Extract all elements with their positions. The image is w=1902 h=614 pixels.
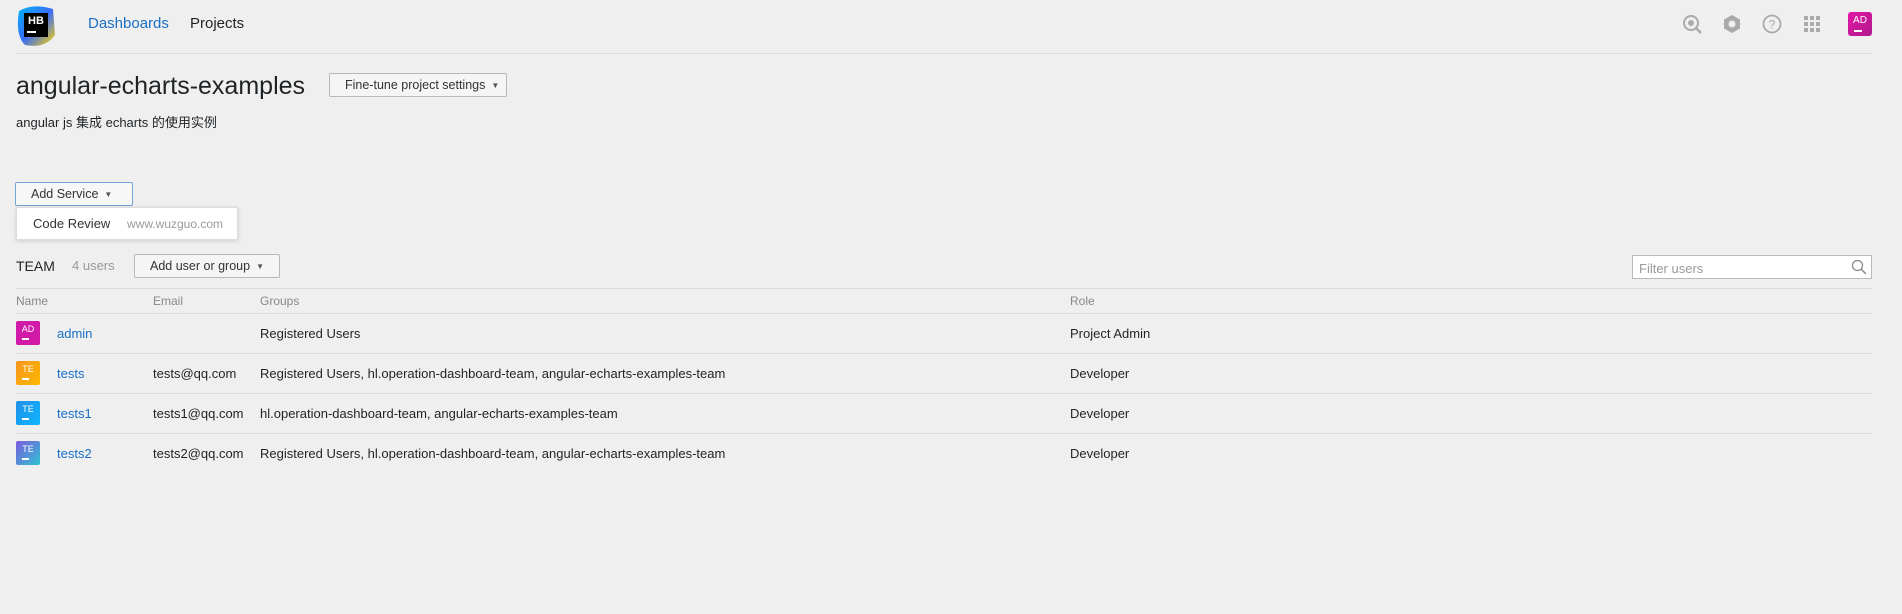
user-name-link[interactable]: tests bbox=[57, 366, 84, 381]
avatar: TE bbox=[16, 401, 40, 425]
user-name-link[interactable]: admin bbox=[57, 326, 92, 341]
column-header-groups: Groups bbox=[260, 294, 300, 308]
user-groups: Registered Users, hl.operation-dashboard… bbox=[260, 446, 726, 461]
divider bbox=[16, 288, 1872, 289]
chevron-down-icon: ▼ bbox=[491, 81, 500, 90]
dropdown-item-code-review[interactable]: Code Review bbox=[33, 216, 110, 231]
dropdown-item-hint: www.wuzguo.com bbox=[127, 217, 224, 231]
user-email: tests1@qq.com bbox=[153, 406, 244, 421]
table-row: AD admin Registered Users Project Admin bbox=[0, 313, 1902, 353]
user-role: Developer bbox=[1070, 446, 1130, 461]
user-avatar-initials: AD bbox=[1853, 15, 1867, 26]
add-user-or-group-button[interactable]: Add user or group ▼ bbox=[134, 254, 280, 278]
team-title: TEAM bbox=[16, 258, 55, 274]
avatar: TE bbox=[16, 361, 40, 385]
fine-tune-settings-label: Fine-tune project settings bbox=[345, 78, 486, 92]
nav-projects[interactable]: Projects bbox=[190, 15, 244, 33]
add-service-button[interactable]: Add Service ▼ bbox=[15, 182, 133, 206]
user-role: Developer bbox=[1070, 406, 1130, 421]
user-groups: Registered Users bbox=[260, 326, 361, 341]
user-email: tests2@qq.com bbox=[153, 446, 244, 461]
chevron-down-icon: ▼ bbox=[104, 190, 113, 199]
fine-tune-settings-button[interactable]: Fine-tune project settings ▼ bbox=[329, 73, 507, 97]
table-row: TE tests tests@qq.com Registered Users, … bbox=[0, 353, 1902, 393]
user-email: tests@qq.com bbox=[153, 366, 237, 381]
help-icon[interactable]: ? bbox=[1761, 13, 1783, 35]
user-role: Project Admin bbox=[1070, 326, 1151, 341]
user-name-link[interactable]: tests1 bbox=[57, 406, 92, 421]
search-icon[interactable] bbox=[1681, 13, 1703, 35]
table-row: TE tests1 tests1@qq.com hl.operation-das… bbox=[0, 393, 1902, 433]
apps-grid-icon[interactable] bbox=[1801, 13, 1823, 35]
user-name-link[interactable]: tests2 bbox=[57, 446, 92, 461]
nav-dashboards[interactable]: Dashboards bbox=[88, 15, 169, 33]
header-divider bbox=[16, 53, 1872, 54]
gear-icon[interactable] bbox=[1721, 13, 1743, 35]
avatar: TE bbox=[16, 441, 40, 465]
page-title: angular-echarts-examples bbox=[16, 72, 306, 100]
filter-users-input[interactable] bbox=[1637, 258, 1841, 278]
team-user-count: 4 users bbox=[72, 258, 115, 273]
user-groups: hl.operation-dashboard-team, angular-ech… bbox=[260, 406, 618, 421]
add-service-dropdown[interactable]: Code Review www.wuzguo.com bbox=[16, 207, 238, 240]
add-service-label: Add Service bbox=[31, 187, 99, 201]
avatar: AD bbox=[16, 321, 40, 345]
user-role: Developer bbox=[1070, 366, 1130, 381]
svg-text:?: ? bbox=[1769, 18, 1776, 32]
user-avatar[interactable]: AD bbox=[1848, 12, 1872, 36]
add-user-label: Add user or group bbox=[150, 259, 251, 273]
filter-users-field[interactable] bbox=[1632, 255, 1872, 279]
project-description: angular js 集成 echarts 的使用实例 bbox=[16, 115, 217, 130]
hub-logo[interactable]: HB bbox=[15, 5, 57, 47]
column-header-email: Email bbox=[153, 294, 184, 308]
column-header-role: Role bbox=[1070, 294, 1095, 308]
column-header-name: Name bbox=[16, 294, 49, 308]
user-groups: Registered Users, hl.operation-dashboard… bbox=[260, 366, 726, 381]
table-row: TE tests2 tests2@qq.com Registered Users… bbox=[0, 433, 1902, 473]
chevron-down-icon: ▼ bbox=[256, 262, 264, 271]
logo-text: HB bbox=[28, 15, 44, 27]
search-icon bbox=[1851, 259, 1867, 275]
